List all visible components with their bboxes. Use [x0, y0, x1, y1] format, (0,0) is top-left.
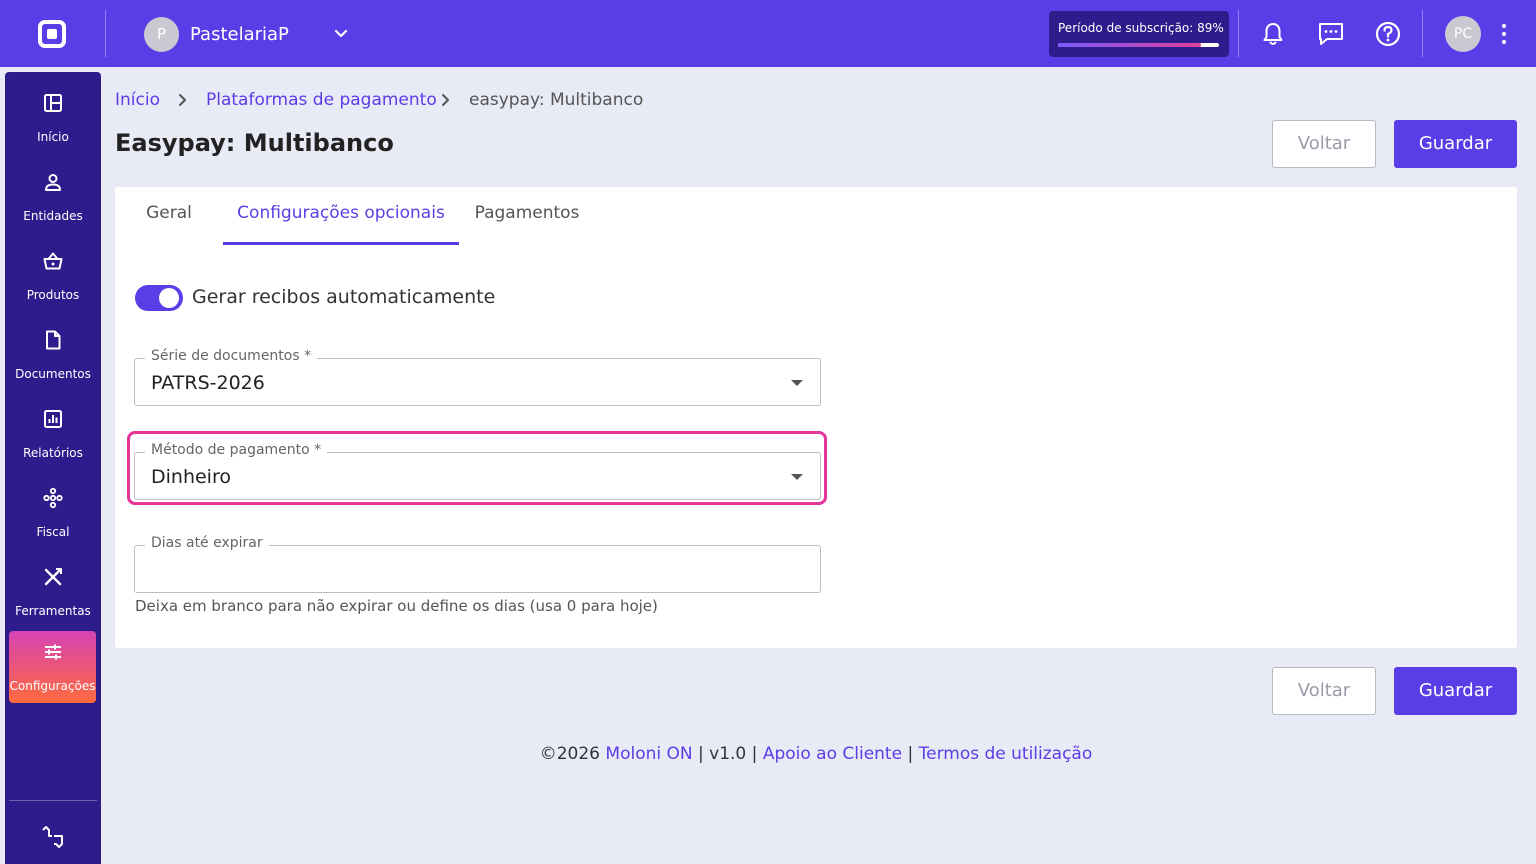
payment-method-value: Dinheiro: [151, 466, 231, 488]
chart-icon: [44, 410, 62, 428]
document-series-label: Série de documentos *: [145, 348, 318, 364]
sidebar-item-label: Produtos: [26, 288, 80, 302]
sidebar-item-label: Configurações: [9, 679, 96, 693]
breadcrumb-current: easypay: Multibanco: [469, 90, 644, 110]
toggle-knob: [159, 288, 179, 308]
sidebar-item-label: Documentos: [15, 367, 91, 381]
sidebar-item-label: Relatórios: [23, 446, 83, 460]
topbar-divider: [105, 10, 106, 57]
footer-terms-link[interactable]: Termos de utilização: [919, 744, 1093, 764]
document-series-value: PATRS-2026: [151, 372, 265, 394]
help-icon[interactable]: [1373, 19, 1403, 49]
form-card: Geral Configurações opcionais Pagamentos…: [115, 187, 1517, 648]
dropdown-caret-icon: [791, 474, 803, 480]
sidebar-item-entidades[interactable]: Entidades: [5, 161, 101, 233]
expire-days-label: Dias até expirar: [145, 535, 269, 551]
topbar-divider: [1238, 10, 1239, 57]
person-icon: [45, 174, 61, 191]
bell-icon[interactable]: [1258, 19, 1288, 49]
chevron-right-icon: [179, 94, 186, 106]
back-button-bottom[interactable]: Voltar: [1272, 667, 1376, 715]
layout-icon: [44, 94, 62, 112]
expire-days-hint: Deixa em branco para não expirar ou defi…: [135, 597, 658, 615]
footer: ©2026 Moloni ON | v1.0 | Apoio ao Client…: [0, 744, 1536, 764]
save-button[interactable]: Guardar: [1394, 120, 1517, 168]
save-button-bottom[interactable]: Guardar: [1394, 667, 1517, 715]
sidebar-item-ferramentas[interactable]: Ferramentas: [5, 556, 101, 628]
auto-receipts-label: Gerar recibos automaticamente: [192, 286, 496, 308]
footer-support-link[interactable]: Apoio ao Cliente: [763, 744, 902, 764]
chat-icon[interactable]: [1316, 19, 1346, 49]
sliders-icon: [45, 644, 61, 660]
subscription-status[interactable]: Período de subscrição: 89%: [1049, 11, 1229, 57]
company-avatar: P: [144, 17, 179, 52]
sidebar-item-relatorios[interactable]: Relatórios: [5, 398, 101, 470]
document-icon: [46, 330, 61, 350]
sidebar-item-label: Ferramentas: [15, 604, 91, 618]
document-series-select[interactable]: Série de documentos * PATRS-2026: [134, 348, 821, 406]
expire-days-input[interactable]: Dias até expirar: [134, 535, 821, 593]
footer-separator: |: [698, 744, 704, 764]
sidebar-item-label: Início: [37, 130, 69, 144]
sidebar-divider: [9, 800, 97, 801]
payment-method-label: Método de pagamento *: [145, 442, 328, 458]
active-tab-indicator: [223, 242, 459, 245]
user-avatar[interactable]: PC: [1445, 16, 1481, 52]
subscription-progress-fill: [1058, 43, 1202, 47]
chevron-down-icon: [334, 29, 348, 38]
subscription-progress-track: [1058, 43, 1219, 47]
back-button[interactable]: Voltar: [1272, 120, 1376, 168]
page-title: Easypay: Multibanco: [115, 129, 394, 157]
footer-separator: |: [907, 744, 914, 764]
tab-geral[interactable]: Geral: [131, 203, 207, 245]
company-name: PastelariaP: [190, 24, 289, 45]
breadcrumb-home[interactable]: Início: [115, 90, 160, 112]
tab-configuracoes-opcionais[interactable]: Configurações opcionais: [223, 203, 459, 245]
network-icon: [43, 487, 63, 509]
footer-separator: |: [751, 744, 758, 764]
basket-icon: [43, 252, 63, 270]
footer-copyright: ©2026: [539, 744, 600, 764]
tools-icon: [44, 568, 62, 586]
subscription-label: Período de subscrição: 89%: [1058, 21, 1224, 35]
sidebar-item-configuracoes[interactable]: Configurações: [9, 631, 96, 703]
chevron-right-icon: [442, 94, 449, 106]
top-bar: P PastelariaP Período de subscrição: 89%…: [0, 0, 1536, 67]
feedback-icon[interactable]: [40, 824, 66, 850]
dropdown-caret-icon: [791, 380, 803, 386]
sidebar-item-produtos[interactable]: Produtos: [5, 240, 101, 312]
logo-inner-shape: [47, 29, 57, 39]
sidebar-item-fiscal[interactable]: Fiscal: [5, 477, 101, 549]
topbar-divider: [1422, 10, 1423, 57]
auto-receipts-toggle[interactable]: [135, 285, 183, 311]
sidebar-item-documentos[interactable]: Documentos: [5, 319, 101, 391]
more-vertical-icon[interactable]: [1494, 20, 1514, 48]
breadcrumb-parent[interactable]: Plataformas de pagamento: [206, 90, 437, 112]
sidebar-item-label: Entidades: [23, 209, 83, 223]
sidebar-item-label: Fiscal: [36, 525, 70, 539]
home-logo-button[interactable]: [36, 18, 68, 50]
payment-method-select[interactable]: Método de pagamento * Dinheiro: [134, 442, 821, 500]
sidebar-item-inicio[interactable]: Início: [5, 82, 101, 154]
tab-pagamentos[interactable]: Pagamentos: [471, 203, 583, 245]
footer-version: v1.0: [709, 744, 747, 764]
company-selector[interactable]: P PastelariaP: [144, 15, 354, 53]
footer-brand-link[interactable]: Moloni ON: [605, 744, 692, 764]
